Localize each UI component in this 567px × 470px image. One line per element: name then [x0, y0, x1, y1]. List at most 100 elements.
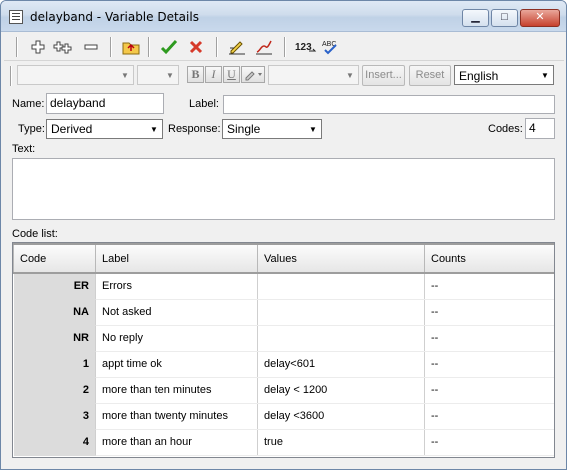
table-row[interactable]: 2 more than ten minutes delay < 1200 -- [13, 377, 554, 404]
counts-cell: -- [424, 299, 554, 326]
values-cell[interactable]: delay<601 [257, 351, 425, 378]
name-field[interactable]: delayband [46, 93, 164, 114]
font-select[interactable]: ▼ [17, 65, 134, 85]
chevron-down-icon: ▼ [346, 70, 354, 80]
code-list-label: Code list: [12, 228, 58, 240]
variable-details-window: delayband - Variable Details ▁ □ ✕ 123 A… [0, 0, 567, 470]
toolbar: 123 ABC [4, 33, 564, 61]
code-cell[interactable]: 4 [13, 429, 96, 456]
values-cell[interactable]: true [257, 429, 425, 456]
label-cell[interactable]: more than ten minutes [95, 377, 258, 404]
minimize-button[interactable]: ▁ [462, 9, 489, 27]
label-cell[interactable]: appt time ok [95, 351, 258, 378]
toolbar-separator [110, 37, 111, 57]
code-cell[interactable]: 1 [13, 351, 96, 378]
code-cell[interactable]: 2 [13, 377, 96, 404]
code-cell[interactable]: NR [13, 325, 96, 352]
type-select[interactable]: Derived ▼ [46, 119, 163, 139]
values-cell[interactable]: delay < 1200 [257, 377, 425, 404]
name-label: Name: [12, 98, 45, 110]
app-icon [9, 10, 23, 24]
language-select[interactable]: English ▼ [454, 65, 554, 85]
font-size-select[interactable]: ▼ [137, 65, 179, 85]
italic-button[interactable]: I [205, 66, 222, 83]
chevron-down-icon: ▼ [121, 70, 129, 80]
table-row[interactable]: 1 appt time ok delay<601 -- [13, 351, 554, 378]
toolbar-separator [16, 37, 17, 57]
column-header-counts[interactable]: Counts [424, 243, 554, 274]
label-cell[interactable]: Errors [95, 273, 258, 300]
remove-code-button[interactable] [80, 36, 102, 58]
table-row[interactable]: NA Not asked -- [13, 299, 554, 326]
label-cell[interactable]: more than an hour [95, 429, 258, 456]
language-value: English [459, 69, 499, 83]
label-cell[interactable]: more than twenty minutes [95, 403, 258, 430]
insert-button[interactable]: Insert... [362, 65, 405, 86]
cancel-button[interactable] [185, 36, 207, 58]
pencil-icon [245, 71, 262, 81]
bold-button[interactable]: B [187, 66, 204, 83]
label-cell[interactable]: No reply [95, 325, 258, 352]
add-code-button[interactable] [27, 36, 49, 58]
highlight-color-button[interactable] [241, 66, 265, 83]
style-select[interactable]: ▼ [268, 65, 359, 85]
chevron-down-icon: ▼ [166, 70, 174, 80]
folder-up-icon [122, 42, 140, 55]
draw-button[interactable] [253, 36, 275, 58]
counts-cell: -- [424, 403, 554, 430]
add-icon [31, 40, 45, 54]
folder-up-button[interactable] [120, 36, 142, 58]
table-row[interactable]: NR No reply -- [13, 325, 554, 352]
type-value: Derived [51, 122, 93, 136]
numbering-button[interactable]: 123 [294, 36, 318, 58]
values-cell[interactable] [257, 273, 425, 300]
accept-icon [160, 39, 178, 55]
label-cell[interactable]: Not asked [95, 299, 258, 326]
spellcheck-button[interactable]: ABC [320, 36, 342, 58]
cancel-icon [189, 40, 203, 54]
table-row[interactable]: 4 more than an hour true -- [13, 429, 554, 456]
toolbar-separator [10, 66, 11, 86]
grid-header-row: Code Label Values Counts [13, 243, 554, 274]
toolbar-separator [148, 37, 149, 57]
maximize-button[interactable]: □ [491, 9, 518, 27]
values-cell[interactable]: delay <3600 [257, 403, 425, 430]
toolbar-separator [216, 37, 217, 57]
column-header-label[interactable]: Label [95, 243, 258, 274]
table-row[interactable]: ER Errors -- [13, 273, 554, 300]
code-cell[interactable]: 3 [13, 403, 96, 430]
counts-cell: -- [424, 325, 554, 352]
label-field[interactable] [223, 95, 555, 114]
table-row[interactable]: 3 more than twenty minutes delay <3600 -… [13, 403, 554, 430]
numbering-icon: 123 [295, 42, 317, 53]
response-value: Single [227, 122, 261, 136]
values-cell[interactable] [257, 299, 425, 326]
underline-button[interactable]: U [223, 66, 240, 83]
code-cell[interactable]: ER [13, 273, 96, 300]
add-multiple-codes-button[interactable] [52, 36, 74, 58]
codes-field[interactable]: 4 [525, 118, 555, 139]
edit-icon [229, 41, 245, 55]
code-list-grid: Code Label Values Counts ER Errors -- NA… [12, 242, 555, 458]
edit-button[interactable] [226, 36, 248, 58]
column-header-values[interactable]: Values [257, 243, 425, 274]
chevron-down-icon: ▼ [150, 124, 158, 134]
reset-button[interactable]: Reset [409, 65, 451, 86]
close-button[interactable]: ✕ [520, 9, 560, 27]
counts-cell: -- [424, 351, 554, 378]
column-header-code[interactable]: Code [13, 243, 96, 274]
title-bar[interactable]: delayband - Variable Details ▁ □ ✕ [1, 1, 566, 32]
format-bar: ▼ ▼ B I U ▼ Insert... Reset English ▼ [4, 63, 564, 89]
text-area[interactable] [12, 158, 555, 220]
counts-cell: -- [424, 377, 554, 404]
response-select[interactable]: Single ▼ [222, 119, 322, 139]
values-cell[interactable] [257, 325, 425, 352]
codes-label: Codes: [488, 123, 523, 135]
window-title: delayband - Variable Details [30, 10, 199, 24]
code-cell[interactable]: NA [13, 299, 96, 326]
accept-button[interactable] [158, 36, 180, 58]
counts-cell: -- [424, 273, 554, 300]
spellcheck-icon: ABC [322, 41, 337, 55]
add-multiple-icon [53, 41, 72, 54]
type-label: Type: [18, 123, 45, 135]
